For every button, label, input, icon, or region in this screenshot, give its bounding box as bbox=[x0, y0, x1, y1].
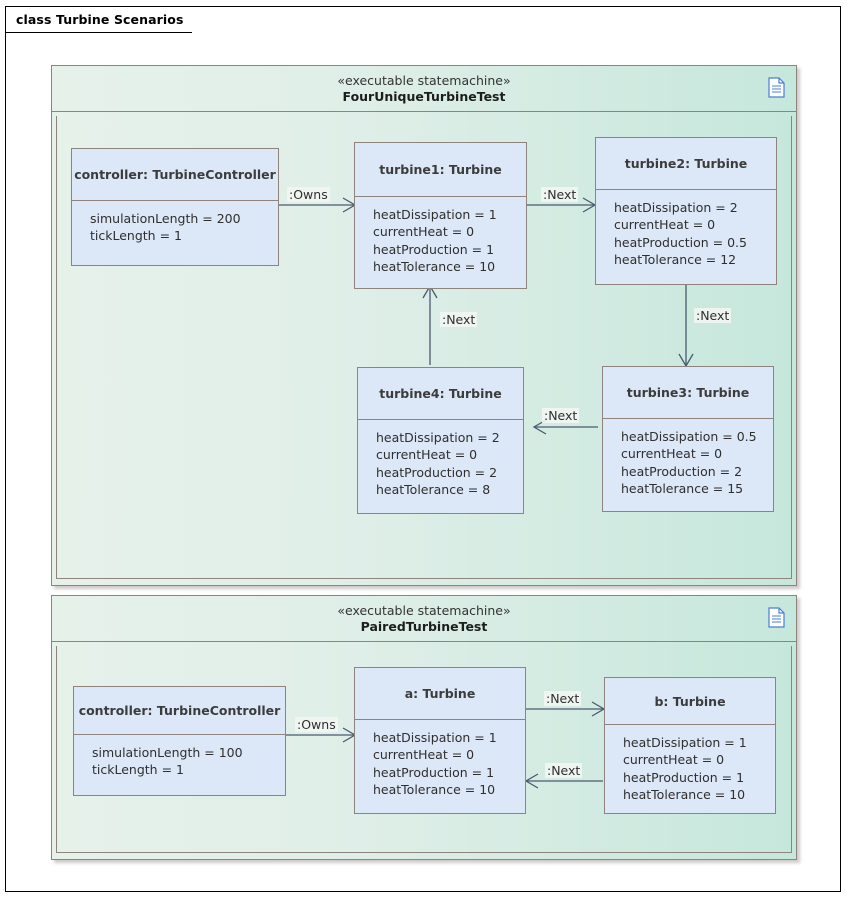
class-title: turbine3: Turbine bbox=[603, 367, 773, 419]
connector-label-next-1-2[interactable]: :Next bbox=[541, 187, 579, 202]
class-turbine-a[interactable]: a: Turbine heatDissipation = 1 currentHe… bbox=[354, 667, 526, 814]
class-attributes: simulationLength = 200 tickLength = 1 bbox=[72, 201, 278, 245]
diagram-frame-tab: class Turbine Scenarios bbox=[6, 7, 214, 33]
class-title: controller: TurbineController bbox=[72, 149, 278, 201]
class-attribute: currentHeat = 0 bbox=[373, 224, 475, 240]
package-name: PairedTurbineTest bbox=[360, 618, 488, 634]
class-attribute: currentHeat = 0 bbox=[621, 446, 723, 462]
connector-label-owns[interactable]: :Owns bbox=[287, 187, 330, 202]
class-controller-turbinecontroller[interactable]: controller: TurbineController simulation… bbox=[71, 148, 279, 266]
package-name: FourUniqueTurbineTest bbox=[342, 88, 506, 104]
class-attribute: currentHeat = 0 bbox=[373, 747, 475, 763]
class-attribute: heatTolerance = 10 bbox=[623, 786, 746, 802]
class-attribute: heatProduction = 1 bbox=[623, 769, 745, 785]
class-attribute: heatProduction = 0.5 bbox=[614, 234, 747, 250]
package-body: :Owns :Next :Next controller: TurbineCon… bbox=[56, 646, 792, 853]
class-title: turbine2: Turbine bbox=[596, 138, 776, 190]
connector-label-next-b-a[interactable]: :Next bbox=[545, 763, 583, 778]
class-attribute: tickLength = 1 bbox=[92, 762, 184, 778]
package-header: «executable statemachine» PairedTurbineT… bbox=[52, 596, 796, 642]
class-attributes: heatDissipation = 1 currentHeat = 0 heat… bbox=[605, 725, 775, 803]
class-attribute: heatTolerance = 10 bbox=[373, 781, 496, 797]
class-attribute: heatProduction = 1 bbox=[373, 764, 495, 780]
class-attribute: simulationLength = 200 bbox=[90, 211, 241, 226]
class-attribute: simulationLength = 100 bbox=[92, 745, 243, 760]
class-attribute: currentHeat = 0 bbox=[614, 217, 716, 233]
package-four-unique-turbine-test[interactable]: «executable statemachine» FourUniqueTurb… bbox=[51, 65, 797, 586]
class-attributes: heatDissipation = 1 currentHeat = 0 heat… bbox=[355, 720, 525, 798]
class-attribute: currentHeat = 0 bbox=[376, 447, 478, 463]
class-title: b: Turbine bbox=[605, 678, 775, 725]
package-paired-turbine-test[interactable]: «executable statemachine» PairedTurbineT… bbox=[51, 595, 797, 860]
package-body: :Owns :Next :Next :Next :Next controller… bbox=[56, 116, 792, 579]
class-attribute: tickLength = 1 bbox=[90, 228, 182, 244]
package-header: «executable statemachine» FourUniqueTurb… bbox=[52, 66, 796, 112]
diagram-frame-label: class Turbine Scenarios bbox=[16, 12, 184, 27]
class-attribute: heatDissipation = 2 bbox=[376, 430, 500, 445]
class-attribute: heatTolerance = 15 bbox=[621, 480, 744, 496]
class-attributes: simulationLength = 100 tickLength = 1 bbox=[74, 735, 285, 779]
class-attribute: heatDissipation = 1 bbox=[373, 730, 497, 745]
class-title: turbine1: Turbine bbox=[355, 143, 526, 197]
class-turbine-b[interactable]: b: Turbine heatDissipation = 1 currentHe… bbox=[604, 677, 776, 814]
package-stereotype: «executable statemachine» bbox=[337, 72, 511, 88]
document-icon[interactable] bbox=[768, 607, 785, 628]
class-attributes: heatDissipation = 1 currentHeat = 0 heat… bbox=[355, 197, 526, 275]
class-turbine2[interactable]: turbine2: Turbine heatDissipation = 2 cu… bbox=[595, 137, 777, 285]
class-attribute: currentHeat = 0 bbox=[623, 752, 725, 768]
class-attribute: heatDissipation = 0.5 bbox=[621, 429, 757, 444]
class-attribute: heatProduction = 1 bbox=[373, 241, 495, 257]
connector-label-owns[interactable]: :Owns bbox=[295, 717, 338, 732]
class-title: controller: TurbineController bbox=[74, 687, 285, 735]
class-attribute: heatDissipation = 1 bbox=[623, 735, 747, 750]
class-attribute: heatTolerance = 12 bbox=[614, 251, 737, 267]
class-title: turbine4: Turbine bbox=[358, 368, 523, 420]
class-attribute: heatDissipation = 1 bbox=[373, 207, 497, 222]
class-turbine4[interactable]: turbine4: Turbine heatDissipation = 2 cu… bbox=[357, 367, 524, 514]
diagram-frame-tab-slant bbox=[192, 7, 214, 33]
class-attributes: heatDissipation = 0.5 currentHeat = 0 he… bbox=[603, 419, 773, 497]
class-controller-turbinecontroller[interactable]: controller: TurbineController simulation… bbox=[73, 686, 286, 796]
class-attribute: heatProduction = 2 bbox=[621, 463, 743, 479]
class-attribute: heatDissipation = 2 bbox=[614, 200, 738, 215]
document-icon[interactable] bbox=[768, 77, 785, 98]
package-stereotype: «executable statemachine» bbox=[337, 602, 511, 618]
class-attribute: heatProduction = 2 bbox=[376, 464, 498, 480]
class-attributes: heatDissipation = 2 currentHeat = 0 heat… bbox=[358, 420, 523, 498]
connector-label-next-2-3[interactable]: :Next bbox=[694, 308, 732, 323]
diagram-frame: class Turbine Scenarios «executable stat… bbox=[5, 6, 841, 892]
class-turbine3[interactable]: turbine3: Turbine heatDissipation = 0.5 … bbox=[602, 366, 774, 512]
class-turbine1[interactable]: turbine1: Turbine heatDissipation = 1 cu… bbox=[354, 142, 527, 289]
class-attributes: heatDissipation = 2 currentHeat = 0 heat… bbox=[596, 190, 776, 268]
connector-label-next-a-b[interactable]: :Next bbox=[544, 691, 582, 706]
class-attribute: heatTolerance = 10 bbox=[373, 258, 496, 274]
connector-label-next-3-4[interactable]: :Next bbox=[542, 408, 580, 423]
class-attribute: heatTolerance = 8 bbox=[376, 481, 491, 497]
connector-label-next-4-1[interactable]: :Next bbox=[440, 312, 478, 327]
class-title: a: Turbine bbox=[355, 668, 525, 720]
